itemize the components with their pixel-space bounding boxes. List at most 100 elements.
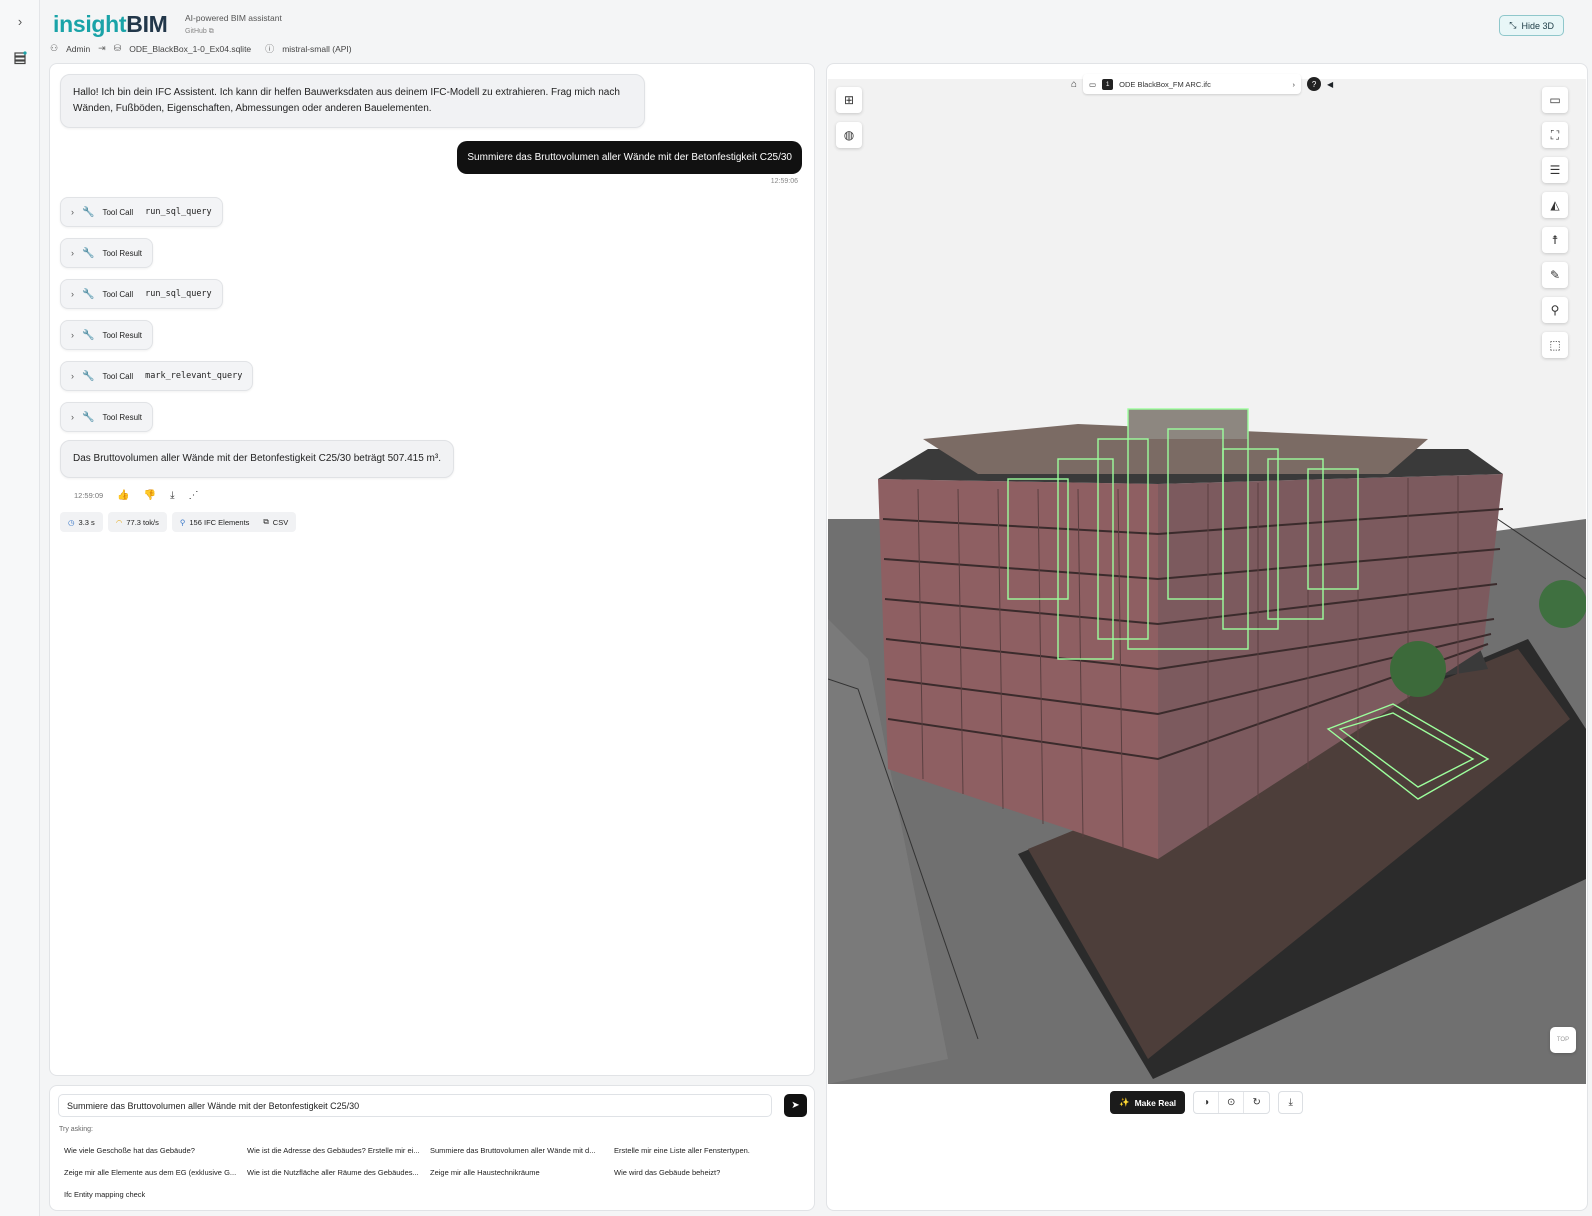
chat-input[interactable]	[58, 1094, 772, 1117]
measure-button[interactable]: ✎	[1542, 262, 1568, 288]
home-icon[interactable]: ⌂	[1071, 79, 1077, 90]
token-speed-badge: ◠ 77.3 tok/s	[107, 512, 167, 532]
reset-icon[interactable]: ↻	[1244, 1092, 1269, 1113]
file-index: 1	[1102, 78, 1114, 90]
app-logo: insightBIM	[53, 11, 168, 37]
suggestion-chip[interactable]: Zeige mir alle Elemente aus dem EG (exkl…	[64, 1168, 236, 1177]
share-icon[interactable]: ⋰	[189, 490, 199, 501]
database-file-icon: ⛁	[113, 43, 122, 53]
help-icon[interactable]: ?	[1307, 77, 1322, 91]
chevron-right-icon: ›	[71, 371, 74, 381]
suggestion-chip[interactable]: Wie ist die Adresse des Gebäudes? Erstel…	[247, 1146, 420, 1155]
suggestion-chip[interactable]: Wie wird das Gebäude beheizt?	[614, 1168, 720, 1177]
settings-button[interactable]: ☰	[1542, 157, 1568, 183]
chevron-right-icon: ›	[71, 289, 74, 299]
sliders-icon: ☰	[1549, 163, 1561, 177]
fullscreen-button[interactable]: ⛶	[1542, 122, 1568, 148]
suggestion-chip[interactable]: Ifc Entity mapping check	[64, 1190, 145, 1199]
viewer-top-bar: ⌂ ▭ 1 ODE BlackBox_FM ARC.ifc › ? ◀	[1071, 74, 1333, 94]
model-name: mistral-small (API)	[282, 43, 352, 54]
download-model-button[interactable]: ⤓	[1278, 1091, 1304, 1114]
user-message: Summiere das Bruttovolumen aller Wände m…	[457, 141, 802, 174]
input-panel: ➤ Try asking: Wie viele Geschoße hat das…	[49, 1085, 815, 1211]
file-icon: ▭	[1089, 79, 1097, 89]
wrench-icon: 🔧	[82, 411, 95, 423]
logout-icon[interactable]: ⇥	[98, 43, 106, 54]
chat-panel: Hallo! Ich bin dein IFC Assistent. Ich k…	[49, 63, 815, 1076]
chevron-right-icon: ›	[71, 330, 74, 340]
render-mode-icon[interactable]: ◑	[1194, 1092, 1220, 1113]
tool-call-item[interactable]: › 🔧 Tool Call mark_relevant_query	[60, 361, 254, 391]
tool-result-item[interactable]: › 🔧 Tool Result	[60, 238, 154, 268]
ifc-elements-badge[interactable]: ⚲ 156 IFC Elements ⧉ CSV	[171, 512, 297, 532]
magic-wand-icon: ✨	[1119, 1097, 1130, 1107]
download-icon[interactable]: ⤓	[170, 490, 174, 501]
focus-icon[interactable]: ⊙	[1219, 1092, 1245, 1113]
tool-result-item[interactable]: › 🔧 Tool Result	[60, 402, 154, 432]
app-tagline: AI-powered BIM assistant	[185, 13, 282, 23]
app-header: insightBIM AI-powered BIM assistant GitH…	[40, 0, 1592, 60]
session-meta: ⚇ Admin ⇥ ⛁ ODE_BlackBox_1-0_Ex04.sqlite…	[50, 42, 352, 55]
clock-icon: ◷	[68, 517, 75, 527]
speed-icon: ◠	[115, 517, 123, 527]
assistant-answer: Das Bruttovolumen aller Wände mit der Be…	[60, 440, 454, 478]
suggestion-chip[interactable]: Erstelle mir eine Liste aller Fenstertyp…	[614, 1146, 750, 1155]
hide-3d-button[interactable]: ⤡ Hide 3D	[1499, 15, 1564, 36]
wrench-icon: 🔧	[82, 247, 95, 259]
walk-mode-button[interactable]: ☨	[1542, 227, 1568, 253]
tool-call-item[interactable]: › 🔧 Tool Call run_sql_query	[60, 197, 223, 227]
message-actions: 12:59:09 👍 👎 ⤓ ⋰	[74, 490, 199, 501]
suggestion-chip[interactable]: Wie viele Geschoße hat das Gebäude?	[64, 1146, 195, 1155]
search-icon: ⚲	[1550, 303, 1560, 317]
suggestion-chip[interactable]: Wie ist die Nutzfläche aller Räume des G…	[247, 1168, 419, 1177]
cursor-select-icon: ⬚	[1549, 338, 1561, 352]
window-button[interactable]: ▭	[1542, 87, 1568, 113]
response-stats: ◷ 3.3 s ◠ 77.3 tok/s ⚲ 156 IFC Elements ⧉ CSV	[60, 512, 297, 532]
wrench-icon: 🔧	[82, 288, 95, 300]
user-message-time: 12:59:06	[770, 178, 798, 185]
chevron-right-icon: ›	[71, 207, 74, 217]
database-name: ODE_BlackBox_1-0_Ex04.sqlite	[129, 43, 252, 54]
chevron-right-icon: ›	[71, 248, 74, 258]
fullscreen-icon: ⛶	[1550, 127, 1560, 142]
assistant-greeting: Hallo! Ich bin dein IFC Assistent. Ich k…	[60, 74, 645, 128]
viewer-bottom-bar: ✨ Make Real ◑ ⊙ ↻ ⤓	[1110, 1091, 1304, 1114]
file-selector[interactable]: ▭ 1 ODE BlackBox_FM ARC.ifc ›	[1083, 74, 1302, 94]
wrench-icon: 🔧	[82, 206, 95, 218]
3d-scene[interactable]	[828, 79, 1586, 1084]
download-icon: ⤓	[1288, 1097, 1293, 1108]
tool-call-item[interactable]: › 🔧 Tool Call run_sql_query	[60, 279, 223, 309]
csv-export-button[interactable]: CSV	[273, 518, 288, 527]
chevron-right-icon: ›	[1292, 79, 1296, 89]
tool-result-item[interactable]: › 🔧 Tool Result	[60, 320, 154, 350]
thumbs-down-icon[interactable]: 👎	[144, 490, 156, 501]
section-button[interactable]: ◭	[1542, 192, 1568, 218]
globe-icon: ◍	[843, 128, 855, 142]
database-icon[interactable]	[10, 48, 30, 68]
wrench-icon: 🔧	[82, 329, 95, 341]
send-button[interactable]: ➤	[784, 1094, 807, 1117]
file-name: ODE BlackBox_FM ARC.ifc	[1119, 79, 1211, 89]
copy-icon: ⧉	[263, 517, 269, 526]
select-button[interactable]: ⬚	[1542, 332, 1568, 358]
user-name: Admin	[66, 43, 91, 54]
expand-chevron-icon[interactable]: ›	[10, 11, 30, 31]
thumbs-up-icon[interactable]: 👍	[117, 490, 129, 501]
window-icon: ▭	[1549, 93, 1561, 107]
search-button[interactable]: ⚲	[1542, 297, 1568, 323]
properties-button[interactable]: ◍	[836, 122, 862, 148]
left-rail: ›	[0, 0, 40, 1216]
building-model-render	[828, 408, 1586, 1084]
make-real-button[interactable]: ✨ Make Real	[1110, 1091, 1186, 1114]
view-cube[interactable]: TOP	[1550, 1027, 1576, 1053]
hierarchy-icon: ⊞	[843, 93, 855, 107]
search-icon: ⚲	[179, 517, 186, 527]
render-mode-group: ◑ ⊙ ↻	[1193, 1091, 1271, 1114]
hierarchy-button[interactable]: ⊞	[836, 87, 862, 113]
suggestion-chip[interactable]: Summiere das Bruttovolumen aller Wände m…	[430, 1146, 595, 1155]
chevron-right-icon: ›	[71, 412, 74, 422]
response-time-badge: ◷ 3.3 s	[60, 512, 103, 532]
suggestion-chip[interactable]: Zeige mir alle Haustechnikräume	[430, 1168, 540, 1177]
github-link[interactable]: GitHub ⧉	[185, 28, 214, 36]
camera-icon[interactable]: ◀	[1327, 80, 1333, 89]
